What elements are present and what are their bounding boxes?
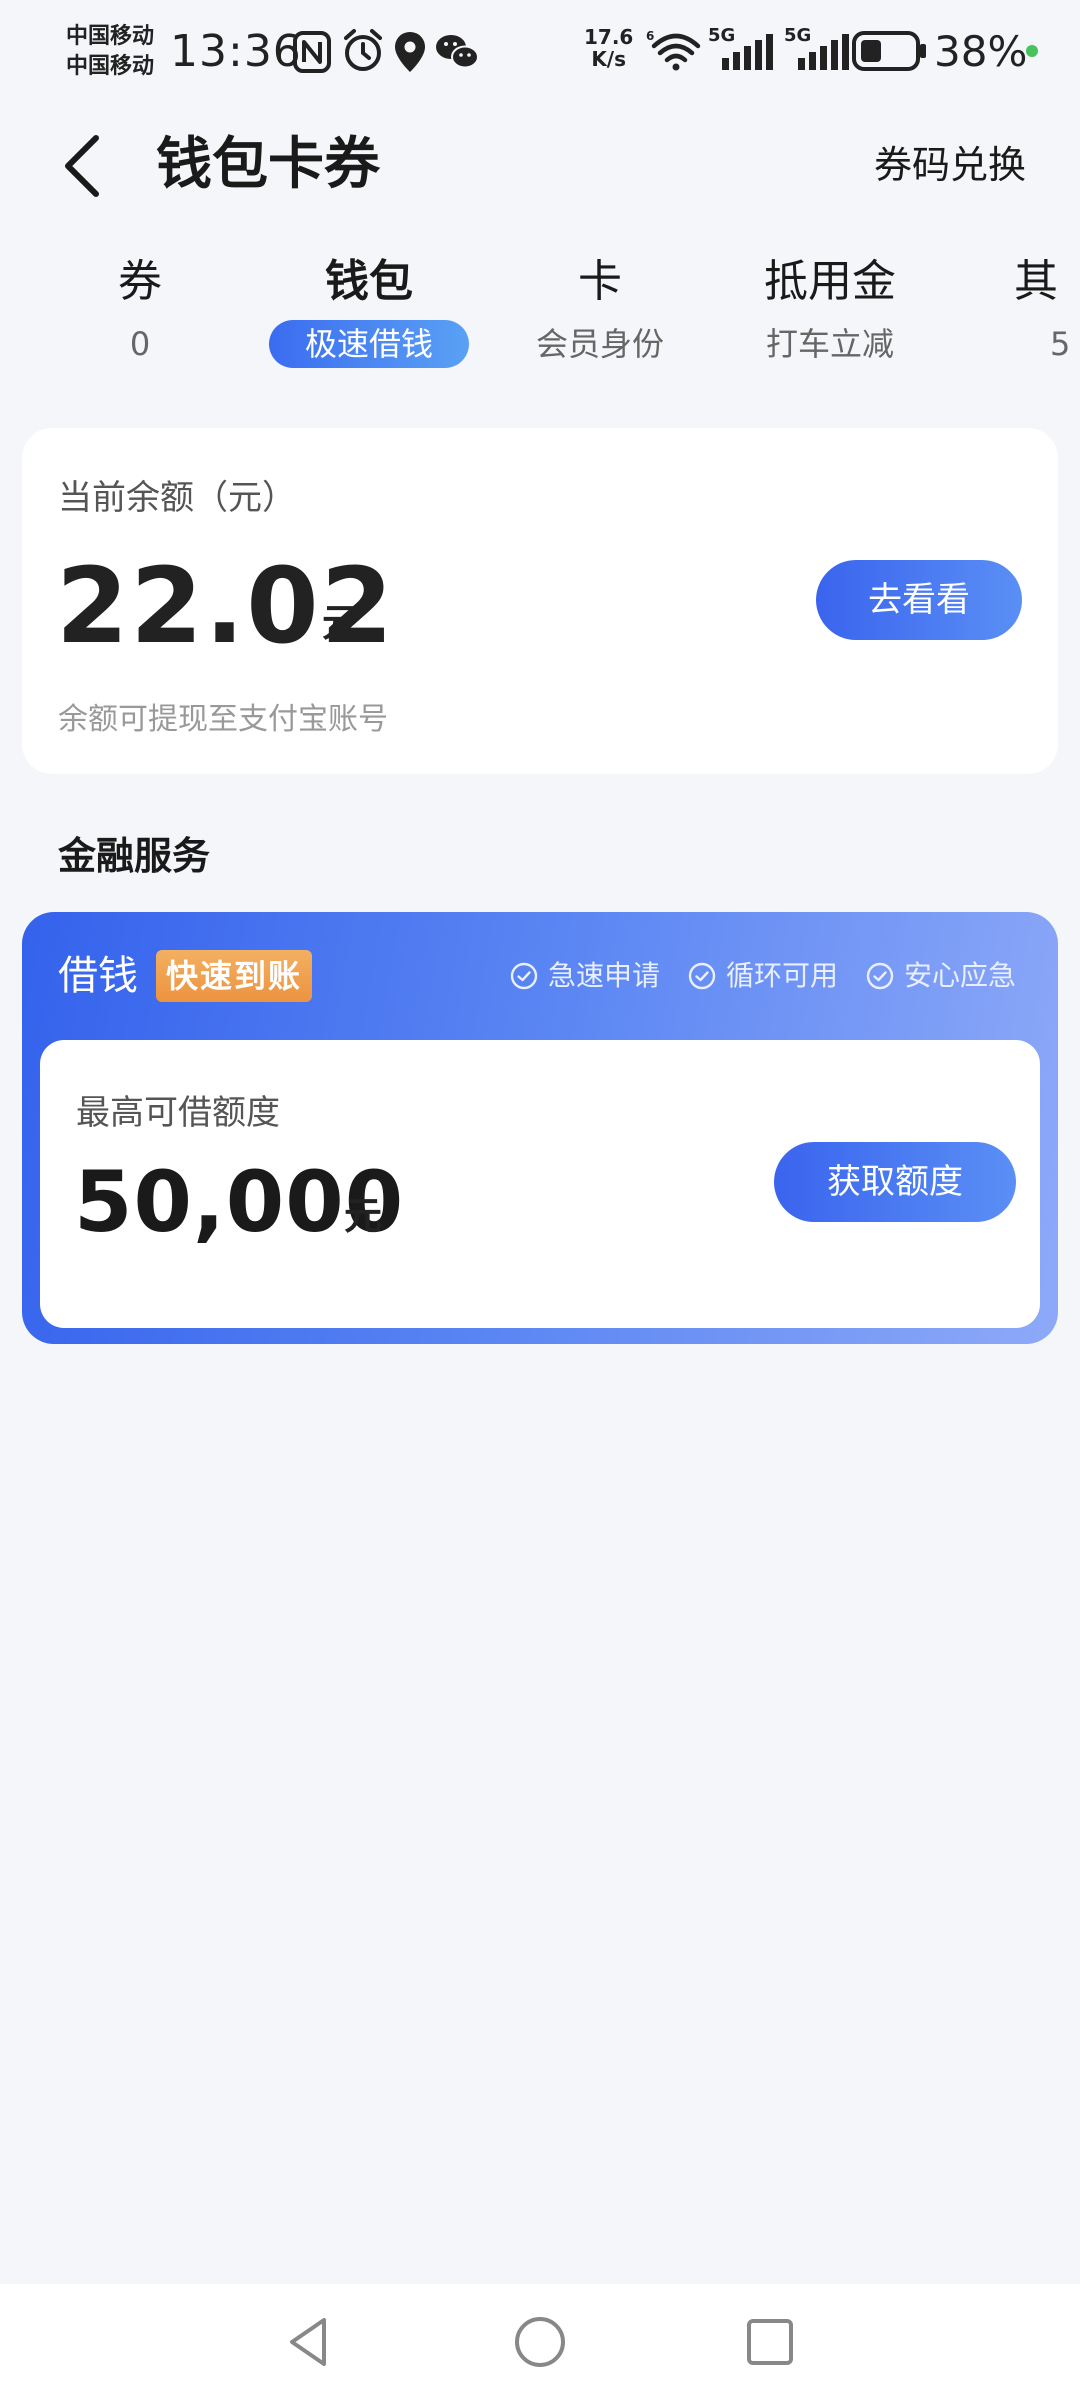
system-nav-bar: [0, 2284, 1080, 2400]
tab-cards[interactable]: 卡 会员身份: [510, 250, 690, 368]
wifi-icon: 6: [646, 29, 701, 71]
nav-back-icon[interactable]: [280, 2312, 340, 2372]
category-tabs: 券 0 钱包 极速借钱 卡 会员身份 抵用金 打车立减 其 5: [0, 250, 1080, 380]
status-dot: [1026, 45, 1038, 57]
alarm-icon: [344, 29, 382, 71]
location-icon: [395, 32, 425, 72]
svg-text:6: 6: [646, 29, 654, 43]
nfc-icon: [293, 31, 331, 73]
status-time: 13:36: [170, 26, 302, 77]
tab-vouchers[interactable]: 抵用金 打车立减: [740, 250, 920, 368]
nav-recents-icon[interactable]: [740, 2312, 800, 2372]
page-title: 钱包卡券: [156, 132, 380, 197]
carrier-1: 中国移动: [66, 24, 155, 49]
get-quota-button[interactable]: 获取额度: [774, 1142, 1016, 1222]
tab-coupons[interactable]: 券 0: [70, 250, 210, 368]
back-arrow-icon[interactable]: [58, 130, 106, 202]
loan-title: 借钱: [58, 953, 138, 999]
balance-unit: 元: [322, 601, 361, 645]
carrier-2: 中国移动: [66, 54, 155, 79]
header: 钱包卡券 券码兑换: [0, 110, 1080, 220]
section-title-finance: 金融服务: [58, 834, 211, 878]
wechat-icon: [436, 35, 479, 69]
balance-label: 当前余额（元）: [58, 478, 296, 518]
tab-wallet[interactable]: 钱包 极速借钱: [264, 250, 474, 368]
status-bar: 中国移动 中国移动 13:36 17.6 K/s 6 5G 5G 38%: [0, 0, 1080, 110]
net-speed: 17.6 K/s: [584, 25, 634, 71]
signal-icon-2: 5G: [784, 26, 850, 72]
tab-other[interactable]: 其 5: [1000, 250, 1080, 368]
loan-limit-unit: 元: [344, 1194, 383, 1238]
redeem-code-link[interactable]: 券码兑换: [874, 132, 1026, 198]
battery-icon: [852, 31, 926, 71]
view-balance-button[interactable]: 去看看: [816, 560, 1022, 640]
loan-card[interactable]: 借钱 快速到账 急速申请 循环可用 安心应急 最高可借额度 50,000 元 获…: [22, 912, 1058, 1344]
loan-limit-panel: 最高可借额度 50,000 元 获取额度: [40, 1040, 1040, 1328]
battery-percent: 38%: [934, 27, 1028, 76]
feature-recurring: 循环可用: [688, 954, 838, 998]
fast-arrival-badge: 快速到账: [156, 950, 313, 1002]
loan-limit-label: 最高可借额度: [76, 1093, 280, 1133]
nav-home-icon[interactable]: [510, 2312, 570, 2372]
feature-fast-apply: 急速申请: [510, 954, 660, 998]
check-circle-icon: [510, 962, 538, 990]
check-circle-icon: [866, 962, 894, 990]
signal-icon: 5G: [708, 26, 774, 72]
balance-note: 余额可提现至支付宝账号: [58, 702, 388, 737]
balance-card: 当前余额（元） 22.02 元 余额可提现至支付宝账号 去看看: [22, 428, 1058, 774]
feature-emergency: 安心应急: [866, 954, 1016, 998]
check-circle-icon: [688, 962, 716, 990]
